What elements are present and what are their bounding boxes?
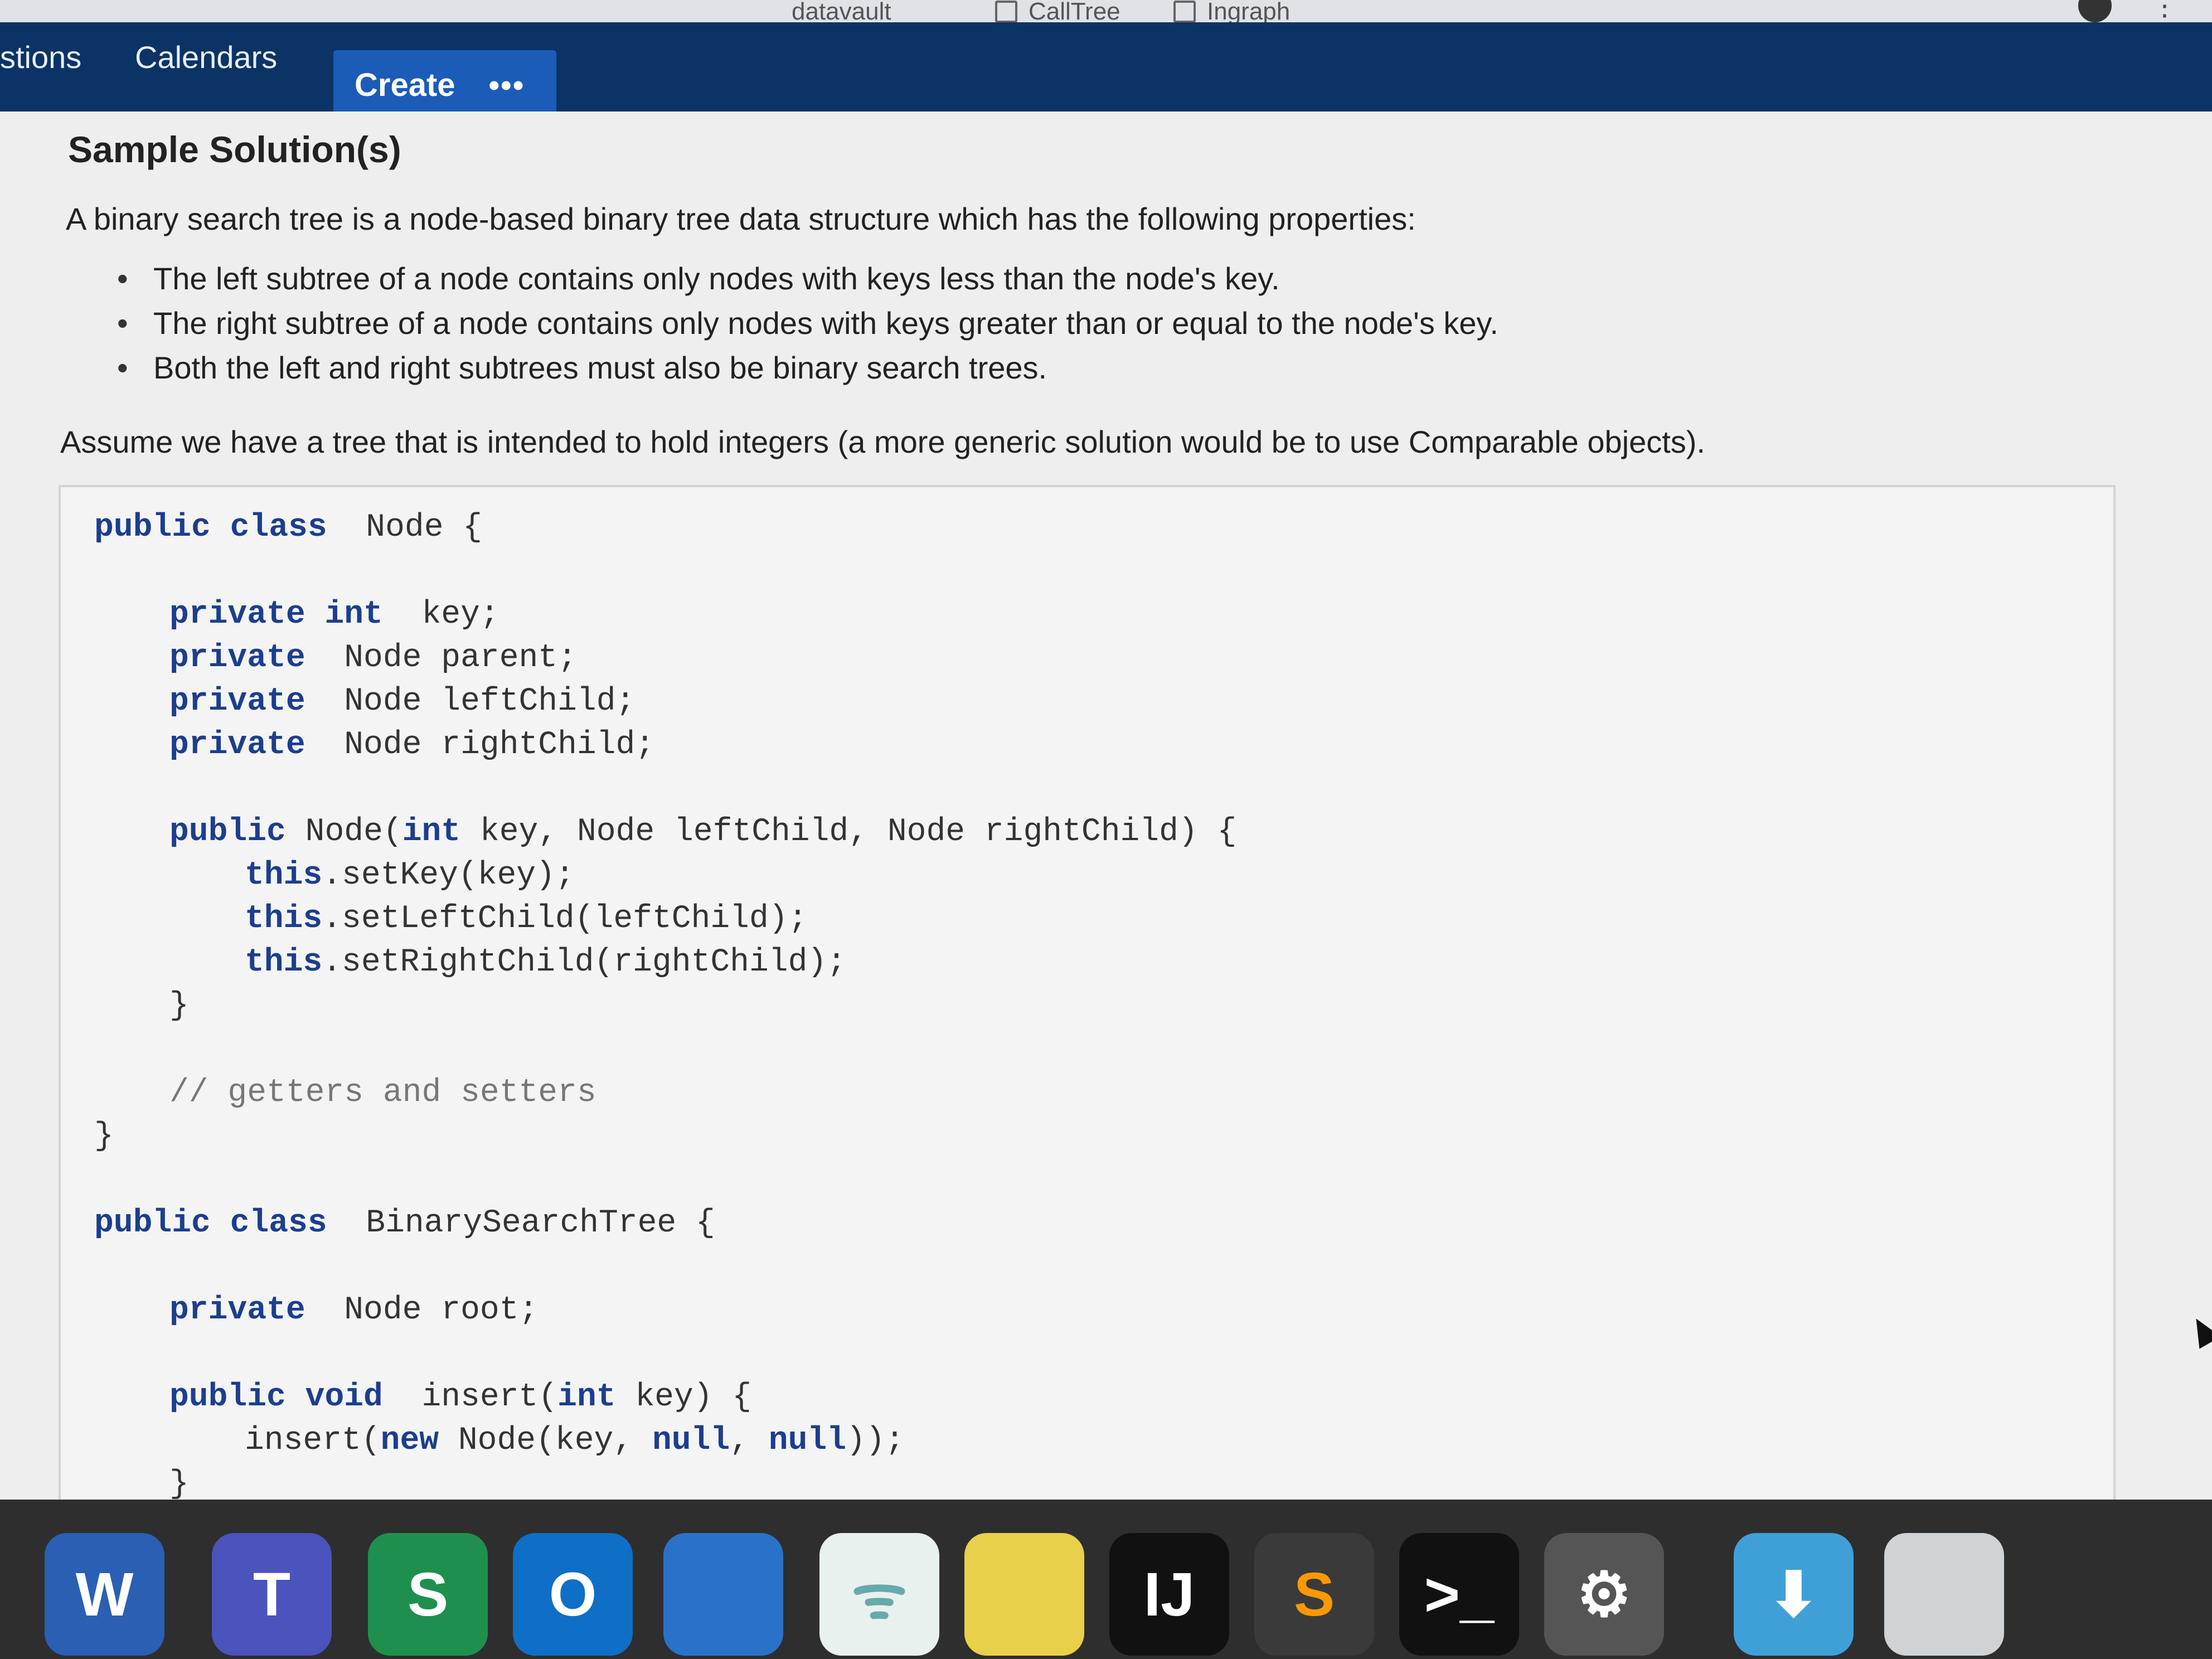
code-keyword: private — [169, 1292, 305, 1328]
wifi-icon[interactable]: ᯤ — [819, 1533, 939, 1656]
code-line: // getters and setters — [169, 1075, 596, 1111]
code-text: key) { — [615, 1379, 752, 1415]
code-text: } — [169, 1466, 189, 1502]
code-text: } — [169, 988, 189, 1024]
code-text: key; — [382, 596, 499, 633]
menu-kebab-icon[interactable]: ⋮ — [2151, 0, 2179, 22]
sublime-icon[interactable]: S — [1254, 1533, 1374, 1656]
terminal-icon[interactable]: >_ — [1399, 1533, 1519, 1656]
code-keyword: private — [169, 640, 305, 676]
code-line: } — [169, 988, 189, 1024]
code-text: key, Node leftChild, Node rightChild) { — [460, 814, 1237, 850]
code-text: .setLeftChild(leftChild); — [322, 901, 808, 937]
system-prefs-icon[interactable]: ⚙ — [1544, 1533, 1664, 1656]
code-text: .setKey(key); — [322, 857, 575, 894]
code-text: BinarySearchTree { — [327, 1205, 715, 1241]
list-item: The right subtree of a node contains onl… — [117, 301, 1498, 346]
code-keyword: private — [169, 727, 305, 763]
code-line: public Node(int key, Node leftChild, Nod… — [169, 814, 1236, 850]
code-line: private Node leftChild; — [169, 683, 635, 720]
code-text: Node parent; — [305, 640, 577, 676]
code-keyword: private — [169, 683, 305, 720]
code-line: this.setKey(key); — [245, 857, 575, 894]
assumption-paragraph: Assume we have a tree that is intended t… — [60, 424, 1705, 459]
code-keyword: public class — [94, 510, 327, 546]
code-line: } — [169, 1466, 189, 1502]
code-keyword: null — [652, 1423, 730, 1459]
code-line: private Node root; — [169, 1292, 538, 1328]
code-line: public void insert(int key) { — [169, 1379, 751, 1415]
code-keyword: int — [402, 814, 461, 850]
code-text: } — [94, 1118, 114, 1154]
vpn-icon[interactable] — [663, 1533, 783, 1656]
profile-avatar[interactable] — [2078, 0, 2112, 22]
code-text: Node( — [285, 814, 402, 850]
code-keyword: new — [380, 1423, 439, 1459]
code-keyword: public class — [94, 1205, 327, 1241]
code-line: } — [94, 1118, 114, 1154]
section-title: Sample Solution(s) — [68, 129, 401, 170]
code-line: private Node rightChild; — [169, 727, 654, 763]
word-icon[interactable]: W — [45, 1533, 164, 1656]
create-button[interactable]: Create — [355, 66, 455, 104]
code-keyword: int — [557, 1379, 616, 1415]
nav-item-questions[interactable]: stions — [0, 39, 81, 75]
intellij-icon[interactable]: IJ — [1109, 1533, 1229, 1656]
downloads-folder-icon[interactable]: ⬇ — [1734, 1533, 1854, 1656]
more-button[interactable]: ••• — [489, 67, 525, 103]
list-item: Both the left and right subtrees must al… — [117, 346, 1498, 390]
main-content: Sample Solution(s) A binary search tree … — [0, 111, 2212, 1600]
code-line: public class Node { — [94, 510, 482, 546]
teams-icon[interactable]: T — [212, 1533, 332, 1656]
code-line: this.setLeftChild(leftChild); — [245, 901, 807, 937]
code-keyword: this — [245, 944, 323, 981]
code-keyword: private int — [169, 596, 383, 633]
code-keyword: null — [768, 1423, 847, 1459]
code-line: private Node parent; — [169, 640, 577, 676]
folder-icon — [1173, 1, 1196, 23]
code-text: Node { — [327, 510, 483, 546]
code-text: Node(key, — [439, 1423, 652, 1459]
code-line: public class BinarySearchTree { — [94, 1205, 715, 1241]
intro-paragraph: A binary search tree is a node-based bin… — [66, 201, 1416, 236]
code-keyword: public — [169, 814, 286, 850]
app-store-icon[interactable] — [964, 1533, 1084, 1656]
slides-icon[interactable]: S — [368, 1533, 488, 1656]
code-text: insert( — [245, 1423, 381, 1459]
code-text: .setRightChild(rightChild); — [322, 944, 846, 981]
code-keyword: this — [245, 857, 323, 894]
page-icon — [995, 1, 1017, 23]
code-keyword: public void — [169, 1379, 383, 1415]
code-text: )); — [846, 1423, 905, 1459]
code-line: this.setRightChild(rightChild); — [245, 944, 846, 981]
list-item: The left subtree of a node contains only… — [117, 256, 1498, 301]
dock: W T S O ᯤ IJ S >_ ⚙ ⬇ — [0, 1500, 2212, 1659]
code-line: insert(new Node(key, null, null)); — [245, 1423, 904, 1459]
code-text: Node leftChild; — [305, 683, 636, 720]
code-comment: // getters and setters — [169, 1075, 596, 1111]
code-keyword: this — [245, 901, 323, 937]
create-button-group: Create ••• — [333, 50, 556, 120]
nav-item-calendars[interactable]: Calendars — [135, 39, 277, 75]
outlook-icon[interactable]: O — [513, 1533, 633, 1656]
trash-icon[interactable] — [1884, 1533, 2004, 1656]
code-line: private int key; — [169, 596, 499, 633]
code-text: Node rightChild; — [305, 727, 655, 763]
code-block: public class Node {private int key; priva… — [59, 485, 2116, 1600]
properties-list: The left subtree of a node contains only… — [117, 256, 1498, 390]
code-text: , — [730, 1423, 769, 1459]
code-text: insert( — [382, 1379, 558, 1415]
code-text: Node root; — [305, 1292, 539, 1328]
